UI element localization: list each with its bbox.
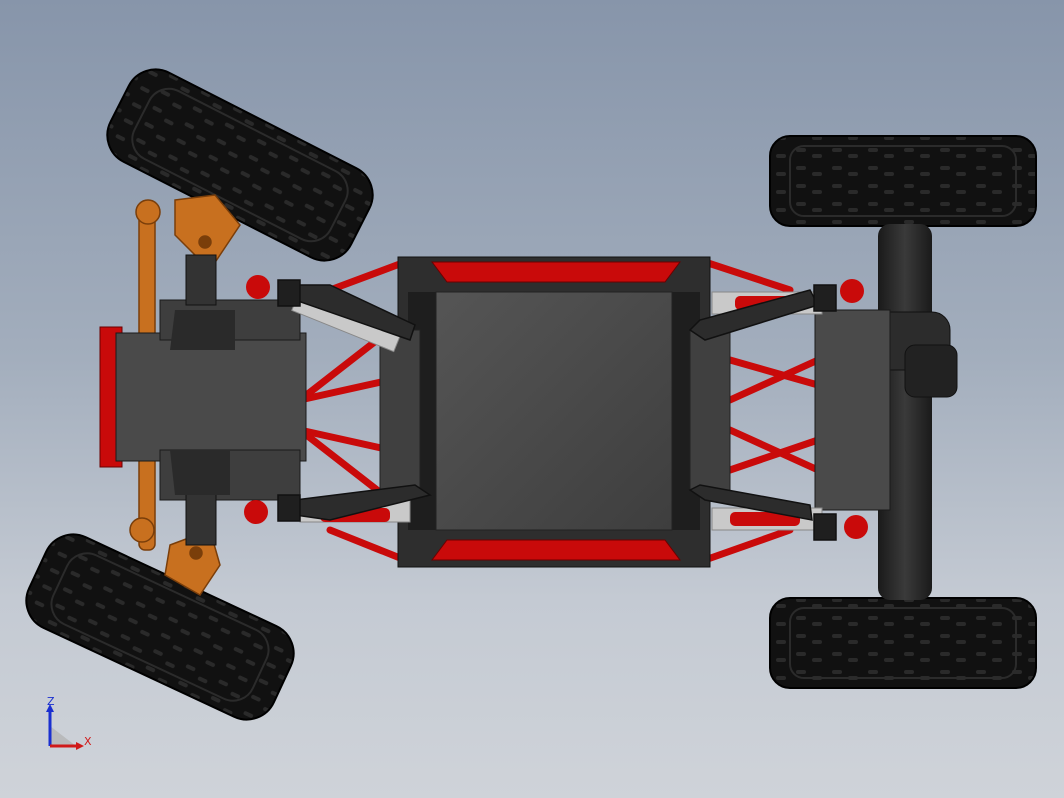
triad-plane (50, 726, 76, 746)
cad-viewport[interactable] (0, 0, 1064, 798)
z-axis-label: Z (47, 696, 55, 708)
rear-gearbox[interactable] (814, 309, 891, 511)
x-axis-arrowhead (76, 742, 84, 750)
front-gearbox[interactable] (99, 254, 307, 546)
chassis-center-body[interactable] (379, 256, 731, 568)
coordinate-triad: Z X (46, 696, 92, 750)
x-axis-label: X (84, 735, 92, 748)
rear-right-wheel[interactable] (769, 597, 1037, 689)
rear-left-wheel[interactable] (769, 135, 1037, 227)
